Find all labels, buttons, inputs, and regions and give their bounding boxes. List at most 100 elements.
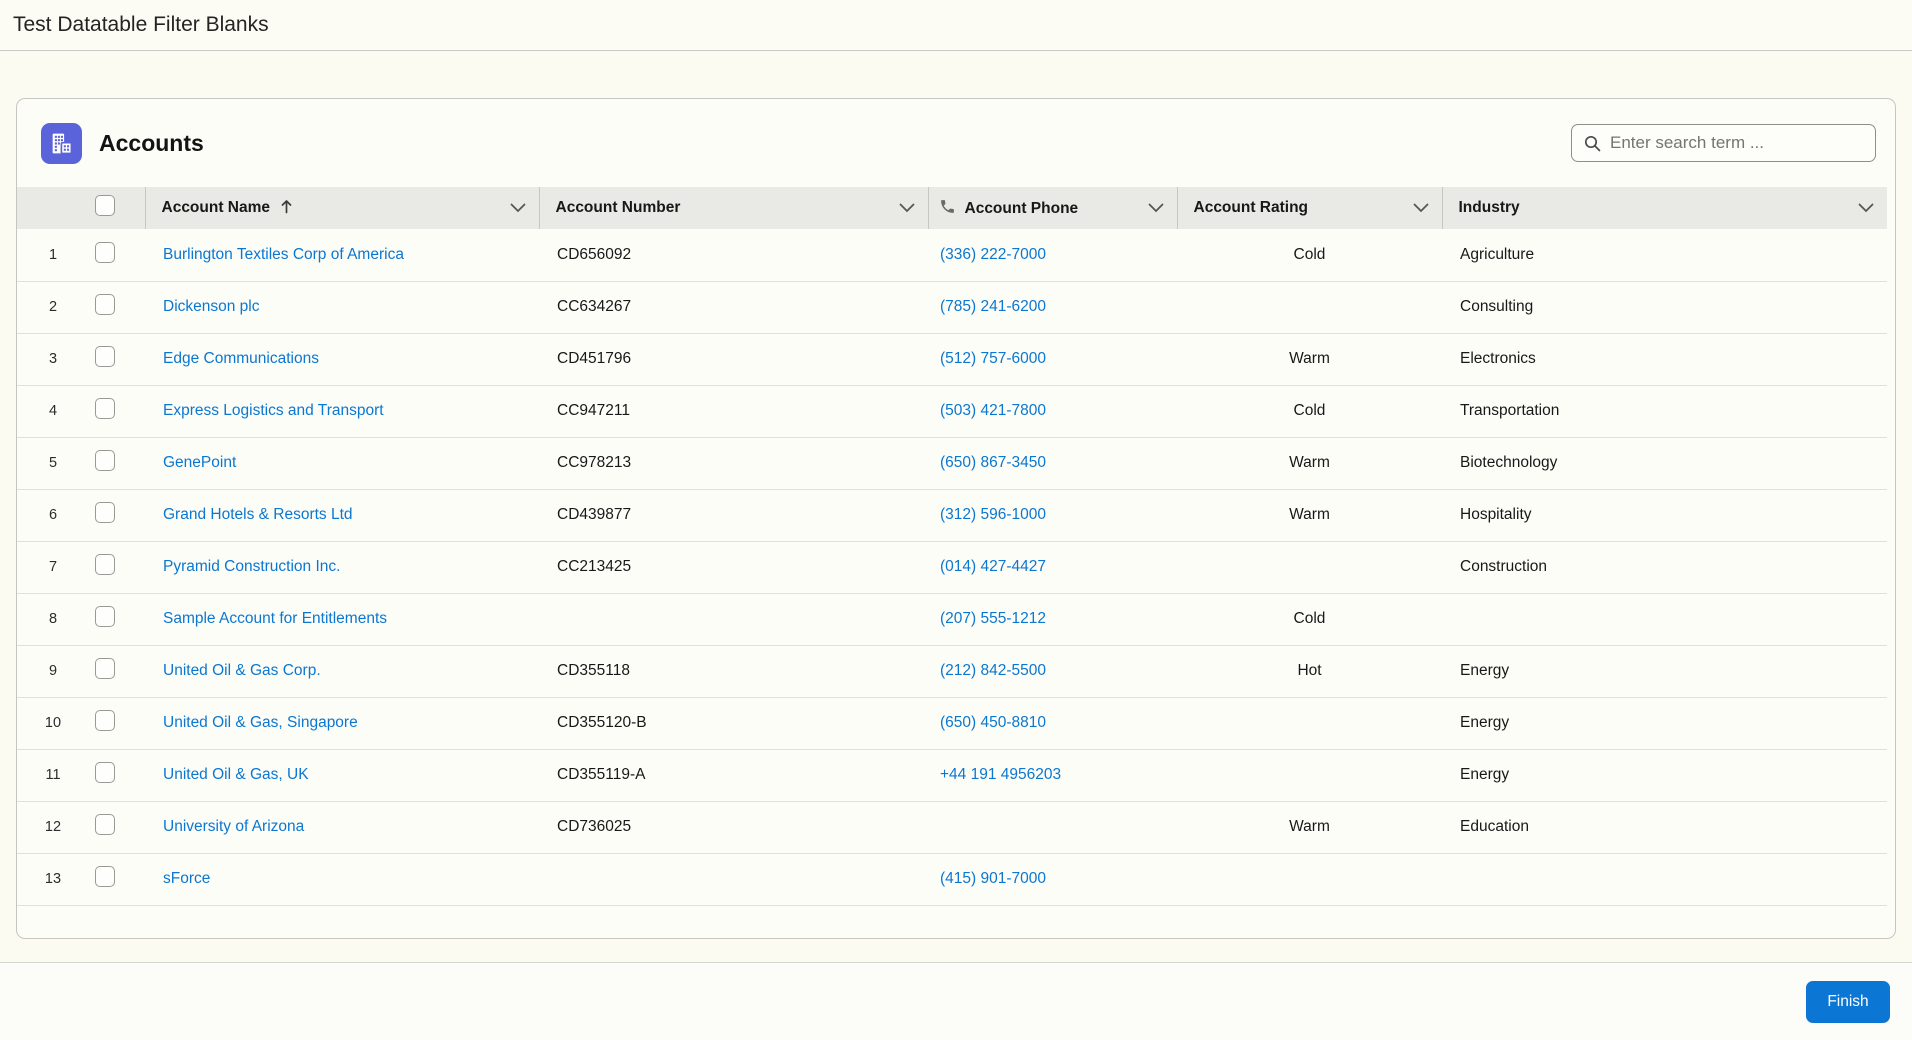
chevron-down-icon[interactable] <box>1413 203 1429 213</box>
column-header-account-number[interactable]: Account Number <box>538 187 928 229</box>
row-number: 10 <box>17 697 89 750</box>
column-header-account-rating[interactable]: Account Rating <box>1176 187 1442 229</box>
account-rating-cell: Cold <box>1177 593 1442 646</box>
row-number: 4 <box>17 385 89 438</box>
account-rating-cell: Cold <box>1177 385 1442 438</box>
column-header-industry[interactable]: Industry <box>1441 187 1887 229</box>
table-row: 1 Burlington Textiles Corp of America CD… <box>17 229 1887 282</box>
account-number-cell: CD439877 <box>539 489 928 542</box>
row-number: 5 <box>17 437 89 490</box>
row-checkbox[interactable] <box>95 658 115 679</box>
column-label: Account Rating <box>1193 199 1309 216</box>
accounts-buildings-icon <box>41 122 82 164</box>
account-rating-cell: Warm <box>1177 437 1442 490</box>
row-checkbox[interactable] <box>95 814 115 835</box>
table-row: 4 Express Logistics and Transport CC9472… <box>17 385 1887 438</box>
column-header-account-name[interactable]: Account Name <box>144 187 539 229</box>
account-rating-cell <box>1177 281 1442 334</box>
chevron-down-icon[interactable] <box>1858 203 1874 213</box>
table-row: 6 Grand Hotels & Resorts Ltd CD439877 (3… <box>17 489 1887 542</box>
account-name-link[interactable]: Sample Account for Entitlements <box>163 610 387 627</box>
table-row: 7 Pyramid Construction Inc. CC213425 (01… <box>17 541 1887 594</box>
table-bottom-strip <box>17 905 1887 921</box>
row-checkbox[interactable] <box>95 502 115 523</box>
row-number: 3 <box>17 333 89 386</box>
row-number: 2 <box>17 281 89 334</box>
industry-cell: Energy <box>1442 749 1887 802</box>
account-phone-link[interactable]: (212) 842-5500 <box>940 662 1046 679</box>
page-header: Test Datatable Filter Blanks <box>0 0 1912 51</box>
column-label: Account Name <box>161 199 271 216</box>
table-row: 5 GenePoint CC978213 (650) 867-3450 Warm… <box>17 437 1887 490</box>
table-row: 10 United Oil & Gas, Singapore CD355120-… <box>17 697 1887 750</box>
column-label: Account Phone <box>964 200 1079 217</box>
row-checkbox[interactable] <box>95 710 115 731</box>
account-name-link[interactable]: University of Arizona <box>163 818 304 835</box>
account-name-link[interactable]: United Oil & Gas Corp. <box>163 662 321 679</box>
account-name-link[interactable]: sForce <box>163 870 210 887</box>
account-phone-link[interactable]: (312) 596-1000 <box>940 506 1046 523</box>
chevron-down-icon[interactable] <box>510 203 526 213</box>
row-checkbox[interactable] <box>95 241 115 263</box>
account-name-link[interactable]: United Oil & Gas, Singapore <box>163 714 358 731</box>
row-number: 8 <box>17 593 89 646</box>
industry-cell: Electronics <box>1442 333 1887 386</box>
search-box <box>1571 124 1876 162</box>
account-number-cell: CD656092 <box>539 229 928 282</box>
row-number: 12 <box>17 801 89 854</box>
account-number-cell: CD355118 <box>539 645 928 698</box>
account-name-link[interactable]: Burlington Textiles Corp of America <box>163 246 404 263</box>
account-phone-link[interactable]: (415) 901-7000 <box>940 870 1046 887</box>
column-header-account-phone[interactable]: Account Phone <box>927 187 1177 229</box>
account-number-cell: CD355119-A <box>539 749 928 802</box>
account-phone-link[interactable]: (014) 427-4427 <box>940 558 1046 575</box>
row-number: 11 <box>17 749 89 802</box>
account-name-link[interactable]: GenePoint <box>163 454 236 471</box>
row-number: 13 <box>17 853 89 906</box>
account-name-link[interactable]: Express Logistics and Transport <box>163 402 384 419</box>
row-checkbox[interactable] <box>95 554 115 575</box>
industry-cell: Education <box>1442 801 1887 854</box>
account-phone-link[interactable]: (207) 555-1212 <box>940 610 1046 627</box>
chevron-down-icon[interactable] <box>1148 203 1164 213</box>
row-number: 9 <box>17 645 89 698</box>
table-row: 2 Dickenson plc CC634267 (785) 241-6200 … <box>17 281 1887 334</box>
row-checkbox[interactable] <box>95 762 115 783</box>
account-number-cell: CC213425 <box>539 541 928 594</box>
accounts-table: Account Name Account Number Account Phon… <box>17 187 1887 921</box>
account-number-cell: CC947211 <box>539 385 928 438</box>
chevron-down-icon[interactable] <box>899 203 915 213</box>
account-name-link[interactable]: United Oil & Gas, UK <box>163 766 309 783</box>
sort-ascending-icon <box>281 200 292 214</box>
account-number-cell <box>539 853 928 906</box>
select-all-checkbox[interactable] <box>95 195 115 216</box>
row-checkbox[interactable] <box>95 346 115 367</box>
industry-cell <box>1442 593 1887 646</box>
account-phone-link[interactable]: (336) 222-7000 <box>940 246 1046 263</box>
account-phone-link[interactable]: (785) 241-6200 <box>940 298 1046 315</box>
account-phone-link[interactable]: (650) 450-8810 <box>940 714 1046 731</box>
row-checkbox[interactable] <box>95 398 115 419</box>
industry-cell: Energy <box>1442 645 1887 698</box>
account-name-link[interactable]: Dickenson plc <box>163 298 260 315</box>
row-checkbox[interactable] <box>95 606 115 627</box>
row-checkbox[interactable] <box>95 450 115 471</box>
search-input[interactable] <box>1608 132 1865 154</box>
account-phone-link[interactable]: (503) 421-7800 <box>940 402 1046 419</box>
account-phone-link[interactable]: (650) 867-3450 <box>940 454 1046 471</box>
account-rating-cell <box>1177 541 1442 594</box>
industry-cell: Agriculture <box>1442 229 1887 282</box>
finish-button[interactable]: Finish <box>1806 981 1890 1023</box>
account-name-link[interactable]: Grand Hotels & Resorts Ltd <box>163 506 353 523</box>
table-row: 11 United Oil & Gas, UK CD355119-A +44 1… <box>17 749 1887 802</box>
account-phone-link[interactable]: +44 191 4956203 <box>940 766 1061 783</box>
industry-cell: Energy <box>1442 697 1887 750</box>
industry-cell: Construction <box>1442 541 1887 594</box>
table-header-row: Account Name Account Number Account Phon… <box>17 187 1887 229</box>
row-checkbox[interactable] <box>95 294 115 315</box>
industry-cell: Transportation <box>1442 385 1887 438</box>
account-name-link[interactable]: Pyramid Construction Inc. <box>163 558 340 575</box>
account-name-link[interactable]: Edge Communications <box>163 350 319 367</box>
row-checkbox[interactable] <box>95 866 115 887</box>
account-phone-link[interactable]: (512) 757-6000 <box>940 350 1046 367</box>
